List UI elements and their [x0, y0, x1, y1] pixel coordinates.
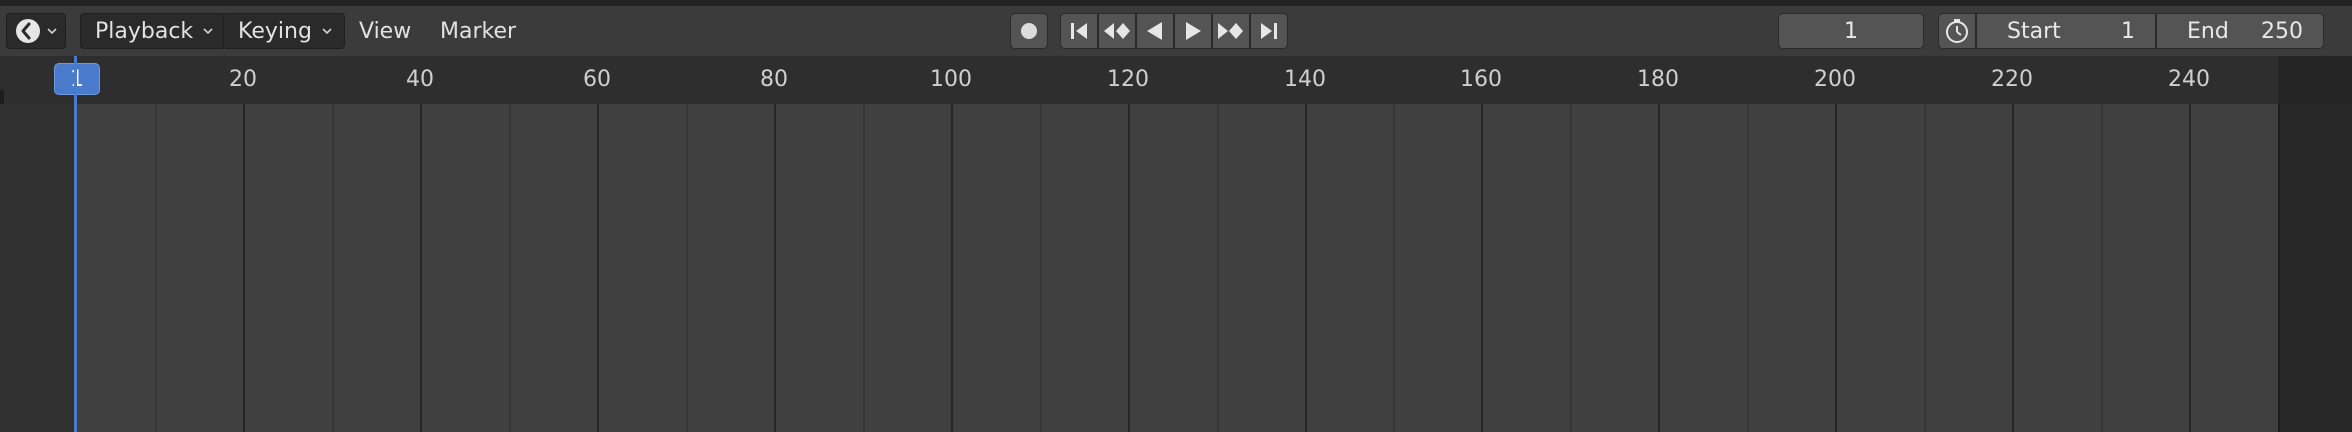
prev-keyframe-icon [1104, 23, 1130, 39]
current-frame-value: 1 [1844, 18, 1858, 44]
timeline-area[interactable] [0, 104, 2352, 432]
tick-label: 160 [1460, 67, 1502, 92]
tick-label: 140 [1284, 67, 1326, 92]
jump-to-end-button[interactable] [1250, 13, 1288, 49]
grid-line [774, 104, 776, 432]
play-reverse-button[interactable] [1136, 13, 1174, 49]
tick-label: 240 [2168, 67, 2210, 92]
menu-view-label: View [359, 18, 412, 44]
clock-icon [16, 19, 40, 43]
auto-keying-button[interactable] [1010, 13, 1048, 49]
grid-line [2101, 104, 2103, 432]
grid-line [155, 104, 157, 432]
grid-line [332, 104, 334, 432]
menu-playback[interactable]: Playback [80, 13, 227, 49]
frame-range-region [76, 104, 2278, 432]
grid-line [1481, 104, 1483, 432]
grid-line [1128, 104, 1130, 432]
tick-label: 200 [1814, 67, 1856, 92]
ruler-edge [0, 90, 4, 104]
tick-label: 40 [406, 67, 434, 92]
grid-line [1658, 104, 1660, 432]
start-frame-field[interactable]: Start 1 [1976, 13, 2156, 49]
grid-line [1217, 104, 1219, 432]
record-icon [1021, 23, 1037, 39]
stopwatch-icon [1946, 19, 1968, 43]
preview-range-toggle[interactable] [1938, 13, 1976, 49]
start-frame-value: 1 [2121, 18, 2135, 44]
grid-line [1924, 104, 1926, 432]
menu-keying[interactable]: Keying [223, 13, 345, 49]
menu-marker-label: Marker [440, 18, 517, 44]
grid-line [1393, 104, 1395, 432]
jump-to-prev-keyframe-button[interactable] [1098, 13, 1136, 49]
jump-start-icon [1071, 23, 1087, 39]
chevron-down-icon [322, 28, 332, 35]
end-frame-label: End [2187, 18, 2229, 44]
grid-line [686, 104, 688, 432]
jump-to-next-keyframe-button[interactable] [1212, 13, 1250, 49]
current-frame-field[interactable]: 1 [1778, 13, 1924, 49]
out-of-range-region [2278, 104, 2352, 432]
tick-label: 100 [930, 67, 972, 92]
chevron-down-icon [47, 28, 57, 35]
jump-end-icon [1261, 23, 1277, 39]
chevron-down-icon [203, 28, 213, 35]
grid-line [2012, 104, 2014, 432]
playhead-frame-value: 1 [70, 66, 84, 92]
grid-line [863, 104, 865, 432]
tick-label: 60 [583, 67, 611, 92]
play-reverse-icon [1147, 22, 1162, 40]
frame-ruler[interactable]: 20 40 60 80 100 120 140 160 180 200 220 … [0, 56, 2352, 104]
grid-line [1747, 104, 1749, 432]
tick-label: 120 [1107, 67, 1149, 92]
menu-marker[interactable]: Marker [430, 13, 526, 49]
grid-line [420, 104, 422, 432]
grid-line [951, 104, 953, 432]
grid-line [243, 104, 245, 432]
menu-keying-label: Keying [238, 18, 312, 44]
grid-line [597, 104, 599, 432]
editor-type-button[interactable] [6, 13, 66, 49]
tick-label: 180 [1637, 67, 1679, 92]
grid-line [1305, 104, 1307, 432]
play-button[interactable] [1174, 13, 1212, 49]
start-frame-label: Start [2007, 18, 2061, 44]
grid-line [1835, 104, 1837, 432]
ruler-out-of-range [2278, 56, 2352, 104]
end-frame-field[interactable]: End 250 [2156, 13, 2324, 49]
menu-playback-label: Playback [95, 18, 194, 44]
grid-line [1040, 104, 1042, 432]
jump-to-start-button[interactable] [1060, 13, 1098, 49]
end-frame-value: 250 [2261, 18, 2303, 44]
playhead-line[interactable] [74, 56, 77, 432]
next-keyframe-icon [1218, 23, 1243, 39]
grid-line [2189, 104, 2191, 432]
tick-label: 220 [1991, 67, 2033, 92]
timeline-header: Playback Keying View Marker 1 Start 1 En… [0, 6, 2352, 56]
tick-label: 80 [760, 67, 788, 92]
menu-view[interactable]: View [349, 13, 421, 49]
play-icon [1186, 22, 1201, 40]
grid-line [1570, 104, 1572, 432]
grid-line [509, 104, 511, 432]
tick-label: 20 [229, 67, 257, 92]
playhead-frame-badge[interactable]: 1 [54, 63, 100, 95]
